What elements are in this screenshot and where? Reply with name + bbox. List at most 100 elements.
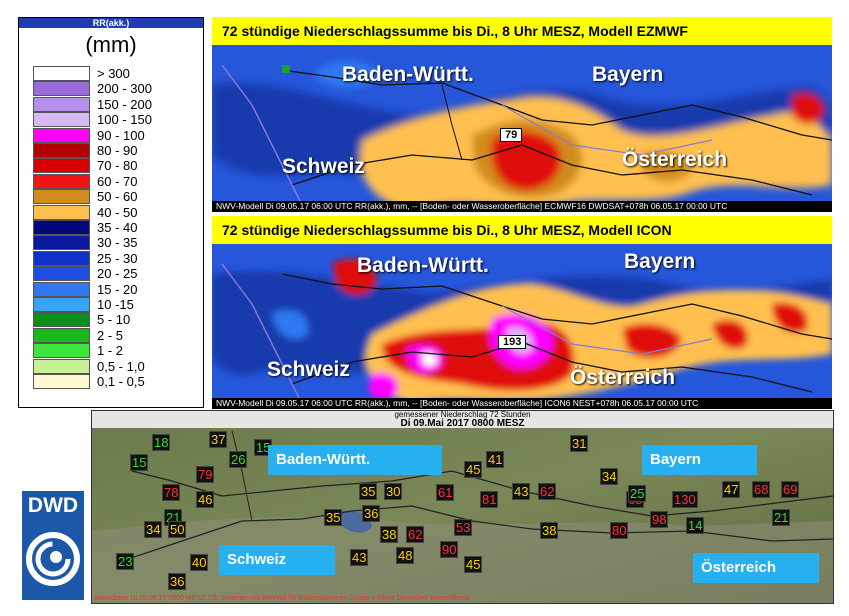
legend-swatch <box>33 189 90 205</box>
station-value: 45 <box>464 461 483 478</box>
station-value: 34 <box>144 521 163 538</box>
ezmwf-region-bayern: Bayern <box>592 63 664 86</box>
station-value: 79 <box>196 466 215 483</box>
legend-swatch <box>33 327 90 343</box>
station-value: 50 <box>168 521 187 538</box>
icon-region-bayern: Bayern <box>624 250 696 273</box>
legend-swatch <box>33 81 90 97</box>
station-value: 25 <box>628 485 647 502</box>
station-value: 35 <box>359 483 378 500</box>
legend-swatch <box>33 358 90 374</box>
legend-swatch <box>33 66 90 81</box>
legend-item: 150 - 200 <box>33 96 201 112</box>
station-value: 35 <box>324 509 343 526</box>
precipitation-legend: RR(akk.) (mm) > 300 200 - 300 150 - 200 100… <box>18 17 204 408</box>
station-value: 90 <box>440 541 459 558</box>
observed-region-schweiz: Schweiz <box>219 545 335 575</box>
station-value: 31 <box>570 435 589 452</box>
station-value: 43 <box>350 549 369 566</box>
station-value: 47 <box>722 481 741 498</box>
legend-item: > 300 <box>33 66 201 81</box>
observed-footer: Basisdaten Di 09.05.17 0800 MESZ 72h Sum… <box>94 595 470 602</box>
legend-item: 15 - 20 <box>33 281 201 297</box>
legend-swatch <box>33 143 90 158</box>
station-value: 45 <box>464 556 483 573</box>
legend-swatch <box>33 158 90 174</box>
station-value: 14 <box>686 517 705 534</box>
legend-label: 30 - 35 <box>97 235 138 251</box>
legend-label: 0,1 - 0,5 <box>97 374 145 389</box>
legend-item: 60 - 70 <box>33 173 201 189</box>
legend-item: 90 - 100 <box>33 127 201 143</box>
icon-region-schweiz: Schweiz <box>267 358 350 381</box>
legend-swatch <box>33 204 90 220</box>
legend-item: 20 - 25 <box>33 266 201 282</box>
legend-item: 0,1 - 0,5 <box>33 374 201 389</box>
legend-swatch <box>33 266 90 282</box>
legend-item: 35 - 40 <box>33 220 201 235</box>
station-value: 48 <box>396 547 415 564</box>
ezmwf-max-value: 79 <box>500 128 523 142</box>
ezmwf-region-schweiz: Schweiz <box>282 155 365 178</box>
icon-region-oesterreich: Österreich <box>570 366 676 389</box>
legend-label: 0,5 - 1,0 <box>97 358 145 374</box>
observed-header: gemessener Niederschlag 72 Stunden Di 09… <box>92 411 833 429</box>
legend-item: 200 - 300 <box>33 81 201 97</box>
legend-label: 10 -15 <box>97 297 134 312</box>
legend-swatch <box>33 374 90 389</box>
legend-label: 70 - 80 <box>97 158 138 174</box>
legend-label: 1 - 2 <box>97 343 124 359</box>
station-value: 40 <box>190 554 209 571</box>
legend-label: 80 - 90 <box>97 143 138 158</box>
station-value: 80 <box>610 522 629 539</box>
legend-item: 30 - 35 <box>33 235 201 251</box>
station-value: 34 <box>600 468 619 485</box>
station-value: 62 <box>406 526 425 543</box>
icon-precip-field <box>212 244 832 409</box>
legend-label: 5 - 10 <box>97 312 131 328</box>
station-value: 30 <box>384 483 403 500</box>
legend-swatch <box>33 343 90 359</box>
legend-swatch <box>33 281 90 297</box>
legend-label: 90 - 100 <box>97 127 145 143</box>
observed-region-bayern: Bayern <box>642 445 757 475</box>
legend-swatch <box>33 297 90 312</box>
icon-title: 72 stündige Niederschlagssumme bis Di., … <box>212 216 832 244</box>
legend-label: 200 - 300 <box>97 81 152 97</box>
ezmwf-title: 72 stündige Niederschlagssumme bis Di., … <box>212 17 832 45</box>
station-value: 81 <box>480 491 499 508</box>
icon-max-value: 193 <box>498 335 527 349</box>
station-value: 78 <box>162 484 181 501</box>
legend-swatch <box>33 250 90 266</box>
legend-swatch <box>33 312 90 328</box>
station-value: 37 <box>209 431 228 448</box>
legend-swatch <box>33 235 90 251</box>
legend-item: 80 - 90 <box>33 143 201 158</box>
station-value: 23 <box>116 553 135 570</box>
observed-region-oesterreich: Österreich <box>693 553 819 583</box>
ezmwf-region-bw: Baden-Württ. <box>342 63 474 86</box>
observed-map: gemessener Niederschlag 72 Stunden Di 09… <box>91 410 834 604</box>
legend-swatch <box>33 96 90 112</box>
icon-footer: NWV-Modell Di 09.05.17 06:00 UTC RR(akk.… <box>212 398 832 409</box>
station-value: 69 <box>781 481 800 498</box>
icon-map: Baden-Württ. Bayern Schweiz Österreich 1… <box>212 244 832 409</box>
station-value: 18 <box>152 434 171 451</box>
dwd-logo: DWD <box>22 491 84 600</box>
legend-item: 40 - 50 <box>33 204 201 220</box>
station-value: 68 <box>752 481 771 498</box>
station-value: 26 <box>229 451 248 468</box>
ezmwf-footer: NWV-Modell Di 09.05.17 06:00 UTC RR(akk.… <box>212 201 832 212</box>
legend-label: 35 - 40 <box>97 220 138 235</box>
station-value: 62 <box>538 483 557 500</box>
legend-item: 5 - 10 <box>33 312 201 328</box>
station-value: 38 <box>380 526 399 543</box>
legend-label: 40 - 50 <box>97 204 138 220</box>
icon-region-bw: Baden-Württ. <box>357 254 489 277</box>
station-value: 38 <box>540 522 559 539</box>
legend-item: 0,5 - 1,0 <box>33 358 201 374</box>
ezmwf-region-oesterreich: Österreich <box>622 148 728 171</box>
legend-item: 10 -15 <box>33 297 201 312</box>
legend-swatch <box>33 173 90 189</box>
legend-item: 70 - 80 <box>33 158 201 174</box>
